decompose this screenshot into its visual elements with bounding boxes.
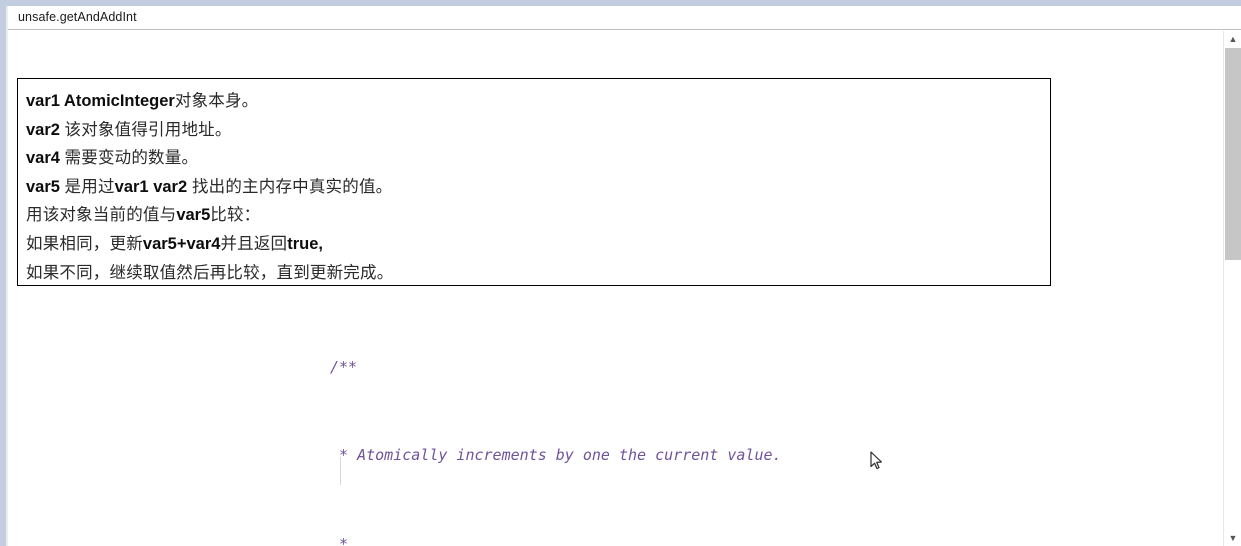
annotation-cjk-token: 如果不同，继续取值然后再比较，直到更新完成。 [26, 263, 394, 282]
scroll-down-button[interactable]: ▼ [1224, 530, 1241, 546]
annotation-var-token: var2 [26, 120, 60, 139]
annotation-line: 用该对象当前的值与var5比较： [23, 201, 1050, 230]
annotation-cjk-token: 对象本身。 [174, 92, 259, 110]
annotation-line: 如果相同，更新var5+var4并且返回true, [23, 230, 1050, 259]
annotation-cjk-token: 如果相同，更新 [26, 234, 143, 253]
annotation-var-token-2: var5+var4 [142, 234, 221, 253]
code-line: /** [8, 356, 1215, 378]
annotation-line: var4 需要变动的数量。 [23, 144, 1050, 173]
breadcrumb[interactable]: unsafe.getAndAddInt [18, 10, 137, 24]
annotation-var-token: var1 [26, 92, 60, 110]
annotation-box: var1 AtomicInteger对象本身。 var2 该对象值得引用地址。 … [17, 78, 1051, 286]
annotation-text-token: AtomicInteger [59, 92, 175, 110]
editor-window: unsafe.getAndAddInt var1 AtomicInteger对象… [0, 0, 1241, 546]
annotation-cjk-token-2: 找出的主内存中真实的值。 [187, 177, 393, 196]
javadoc-summary: Atomically increments by one the current… [357, 446, 782, 465]
annotation-cjk-token: 用该对象当前的值与 [26, 206, 177, 225]
scroll-up-button[interactable]: ▲ [1224, 31, 1241, 47]
vertical-scrollbar[interactable]: ▲ ▼ [1223, 31, 1241, 546]
chevron-down-icon: ▼ [1228, 532, 1238, 543]
annotation-line: var5 是用过var1 var2 找出的主内存中真实的值。 [23, 173, 1050, 202]
javadoc-star: * [330, 446, 358, 465]
annotation-line: 如果不同，继续取值然后再比较，直到更新完成。 [23, 259, 1050, 288]
source-code[interactable]: /** * Atomically increments by one the c… [8, 289, 1215, 546]
annotation-cjk-token-2: 比较： [210, 206, 261, 225]
scrollbar-thumb[interactable] [1225, 48, 1241, 260]
annotation-line: var1 AtomicInteger对象本身。 [23, 87, 1050, 116]
annotation-var-token: var5 [26, 177, 60, 196]
breadcrumb-bar: unsafe.getAndAddInt [8, 6, 1241, 30]
annotation-var-token: var4 [26, 149, 60, 168]
annotation-line: var2 该对象值得引用地址。 [23, 116, 1050, 145]
annotation-var-token-3: true, [287, 234, 324, 253]
annotation-cjk-token: 需要变动的数量。 [64, 149, 199, 168]
chevron-up-icon: ▲ [1228, 33, 1238, 44]
javadoc-blank: * [330, 535, 349, 546]
code-line: * [8, 533, 1215, 546]
annotation-var-token-2: var5 [176, 206, 211, 225]
code-editor-area[interactable]: var1 AtomicInteger对象本身。 var2 该对象值得引用地址。 … [8, 31, 1215, 546]
annotation-var-token-2: var1 var2 [114, 177, 188, 196]
annotation-cjk-token: 是用过 [64, 177, 115, 196]
annotation-cjk-token-2: 并且返回 [220, 234, 288, 253]
annotation-cjk-token: 该对象值得引用地址。 [64, 120, 232, 139]
code-line: * Atomically increments by one the curre… [8, 444, 1215, 466]
javadoc-open: /** [330, 357, 358, 376]
